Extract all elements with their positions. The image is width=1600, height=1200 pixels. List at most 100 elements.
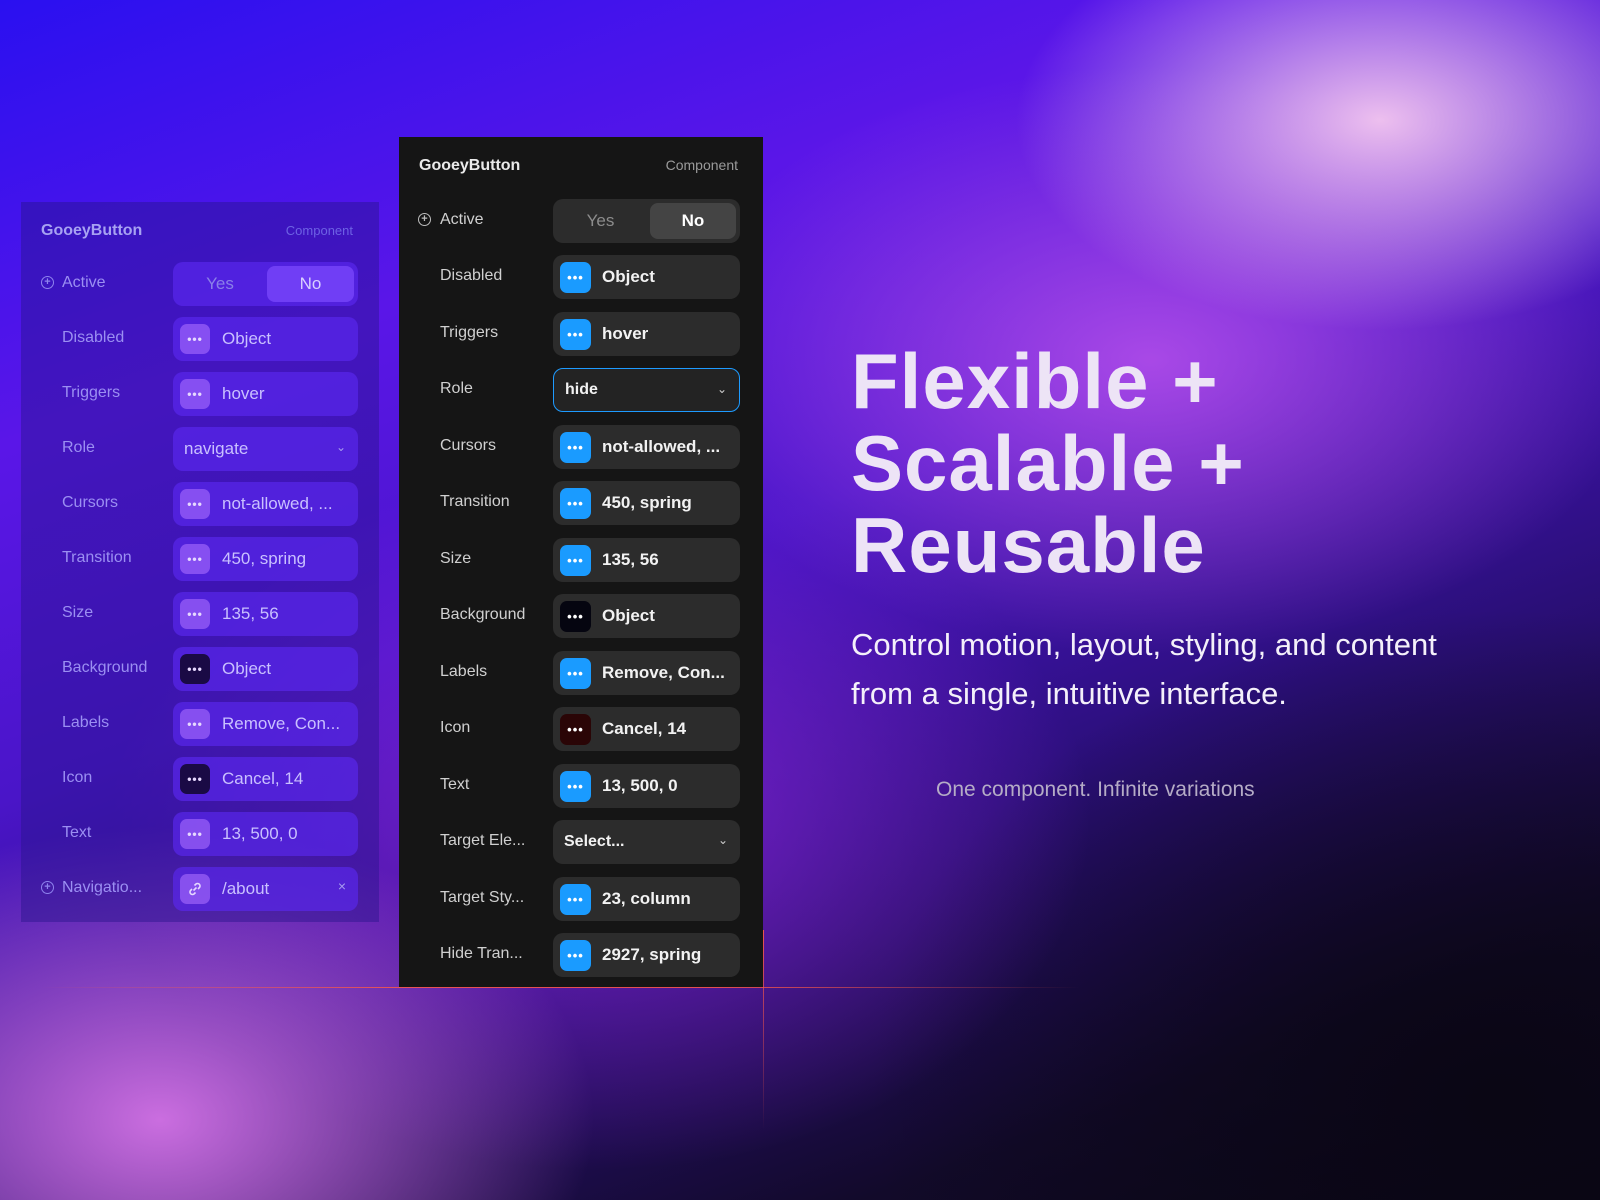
- triggers-field[interactable]: ••• hover: [553, 312, 740, 356]
- more-dots-icon[interactable]: •••: [180, 324, 210, 354]
- ghost-field[interactable]: ••• Object: [173, 317, 358, 361]
- ghost-link-field[interactable]: /about ×: [173, 867, 358, 911]
- row-label: Role: [440, 380, 473, 397]
- row-label: Active: [440, 211, 484, 228]
- row-label: Target Sty...: [440, 889, 525, 906]
- ghost-field[interactable]: ••• hover: [173, 372, 358, 416]
- ghost-field-value: Object: [222, 329, 272, 348]
- row-hide-transition: Hide Tran... ••• 2927, spring: [399, 933, 763, 977]
- ghost-row-size: Size ••• 135, 56: [21, 592, 379, 636]
- more-dots-icon[interactable]: •••: [560, 431, 591, 463]
- headline-line-3: Reusable: [851, 501, 1206, 589]
- row-active: + Active Yes No: [399, 199, 763, 243]
- icon-field[interactable]: ••• Cancel, 14: [553, 707, 740, 751]
- link-icon[interactable]: [180, 874, 210, 904]
- row-label: Disabled: [440, 267, 503, 284]
- row-text: Text ••• 13, 500, 0: [399, 764, 763, 808]
- size-field[interactable]: ••• 135, 56: [553, 538, 740, 582]
- ghost-row-navigation: + Navigatio... /about ×: [21, 867, 379, 911]
- ghost-field-value: Cancel, 14: [222, 769, 304, 788]
- ghost-row-label: Text: [62, 824, 92, 841]
- ghost-field[interactable]: ••• Cancel, 14: [173, 757, 358, 801]
- more-dots-icon[interactable]: •••: [560, 713, 591, 745]
- field-value: 135, 56: [602, 550, 659, 569]
- plus-circle-icon[interactable]: +: [41, 276, 54, 289]
- more-dots-icon[interactable]: •••: [560, 487, 591, 519]
- more-dots-icon[interactable]: •••: [560, 883, 591, 915]
- active-toggle[interactable]: Yes No: [553, 199, 740, 243]
- ghost-row-disabled: Disabled ••• Object: [21, 317, 379, 361]
- more-dots-icon[interactable]: •••: [560, 939, 591, 971]
- ghost-field[interactable]: ••• Remove, Con...: [173, 702, 358, 746]
- ghost-toggle-no[interactable]: No: [267, 266, 354, 302]
- row-label: Cursors: [440, 437, 497, 454]
- more-dots-icon[interactable]: •••: [180, 764, 210, 794]
- ghost-field-value: 450, spring: [222, 549, 307, 568]
- ghost-field[interactable]: ••• not-allowed, ...: [173, 482, 358, 526]
- row-triggers: Triggers ••• hover: [399, 312, 763, 356]
- ghost-row-label: Role: [62, 439, 95, 456]
- target-element-select[interactable]: Select... ⌄: [553, 820, 740, 864]
- ghost-field-value: 135, 56: [222, 604, 279, 623]
- ghost-role-select[interactable]: navigate ⌄: [173, 427, 358, 471]
- row-cursors: Cursors ••• not-allowed, ...: [399, 425, 763, 469]
- toggle-no[interactable]: No: [650, 203, 736, 239]
- role-select[interactable]: hide ⌄: [553, 368, 740, 412]
- ghost-toggle-yes[interactable]: Yes: [173, 262, 267, 306]
- labels-field[interactable]: ••• Remove, Con...: [553, 651, 740, 695]
- row-label: Triggers: [440, 324, 499, 341]
- properties-panel: GooeyButton Component + Active Yes No Di…: [399, 137, 763, 987]
- more-dots-icon[interactable]: •••: [180, 654, 210, 684]
- ghost-panel-type: Component: [285, 223, 353, 238]
- ghost-row-label: Active: [62, 274, 106, 291]
- more-dots-icon[interactable]: •••: [180, 709, 210, 739]
- ghost-field-value: not-allowed, ...: [222, 494, 333, 513]
- more-dots-icon[interactable]: •••: [180, 379, 210, 409]
- ghost-row-label: Size: [62, 604, 94, 621]
- more-dots-icon[interactable]: •••: [560, 657, 591, 689]
- field-value: 23, column: [602, 889, 691, 908]
- row-role: Role hide ⌄: [399, 368, 763, 412]
- ghost-field[interactable]: ••• Object: [173, 647, 358, 691]
- more-dots-icon[interactable]: •••: [560, 261, 591, 293]
- target-style-field[interactable]: ••• 23, column: [553, 877, 740, 921]
- hero-tagline: One component. Infinite variations: [936, 778, 1255, 801]
- cursors-field[interactable]: ••• not-allowed, ...: [553, 425, 740, 469]
- more-dots-icon[interactable]: •••: [180, 819, 210, 849]
- field-value: hover: [602, 324, 649, 343]
- more-dots-icon[interactable]: •••: [560, 770, 591, 802]
- more-dots-icon[interactable]: •••: [180, 544, 210, 574]
- ghost-active-toggle[interactable]: Yes No: [173, 262, 358, 306]
- ghost-field-value: Remove, Con...: [222, 714, 341, 733]
- row-labels: Labels ••• Remove, Con...: [399, 651, 763, 695]
- ghost-field[interactable]: ••• 135, 56: [173, 592, 358, 636]
- ghost-row-label: Icon: [62, 769, 93, 786]
- background-field[interactable]: ••• Object: [553, 594, 740, 638]
- transition-field[interactable]: ••• 450, spring: [553, 481, 740, 525]
- ghost-row-triggers: Triggers ••• hover: [21, 372, 379, 416]
- more-dots-icon[interactable]: •••: [180, 489, 210, 519]
- ghost-row-background: Background ••• Object: [21, 647, 379, 691]
- more-dots-icon[interactable]: •••: [560, 544, 591, 576]
- panel-header: GooeyButton Component: [419, 157, 738, 175]
- more-dots-icon[interactable]: •••: [560, 600, 591, 632]
- row-label: Text: [440, 776, 470, 793]
- ghost-row-transition: Transition ••• 450, spring: [21, 537, 379, 581]
- row-label: Size: [440, 550, 472, 567]
- more-dots-icon[interactable]: •••: [560, 318, 591, 350]
- hide-transition-field[interactable]: ••• 2927, spring: [553, 933, 740, 977]
- toggle-yes[interactable]: Yes: [553, 199, 648, 243]
- ghost-field[interactable]: ••• 13, 500, 0: [173, 812, 358, 856]
- more-dots-icon[interactable]: •••: [180, 599, 210, 629]
- plus-circle-icon[interactable]: +: [41, 881, 54, 894]
- close-icon[interactable]: ×: [338, 878, 346, 894]
- disabled-field[interactable]: ••• Object: [553, 255, 740, 299]
- field-value: Select...: [564, 833, 625, 850]
- ghost-row-role: Role navigate ⌄: [21, 427, 379, 471]
- ghost-field[interactable]: ••• 450, spring: [173, 537, 358, 581]
- text-field[interactable]: ••• 13, 500, 0: [553, 764, 740, 808]
- plus-circle-icon[interactable]: +: [418, 213, 431, 226]
- ghost-row-label: Transition: [62, 549, 132, 566]
- ghost-field-value: /about: [222, 879, 270, 898]
- ghost-row-label: Navigatio...: [62, 879, 143, 896]
